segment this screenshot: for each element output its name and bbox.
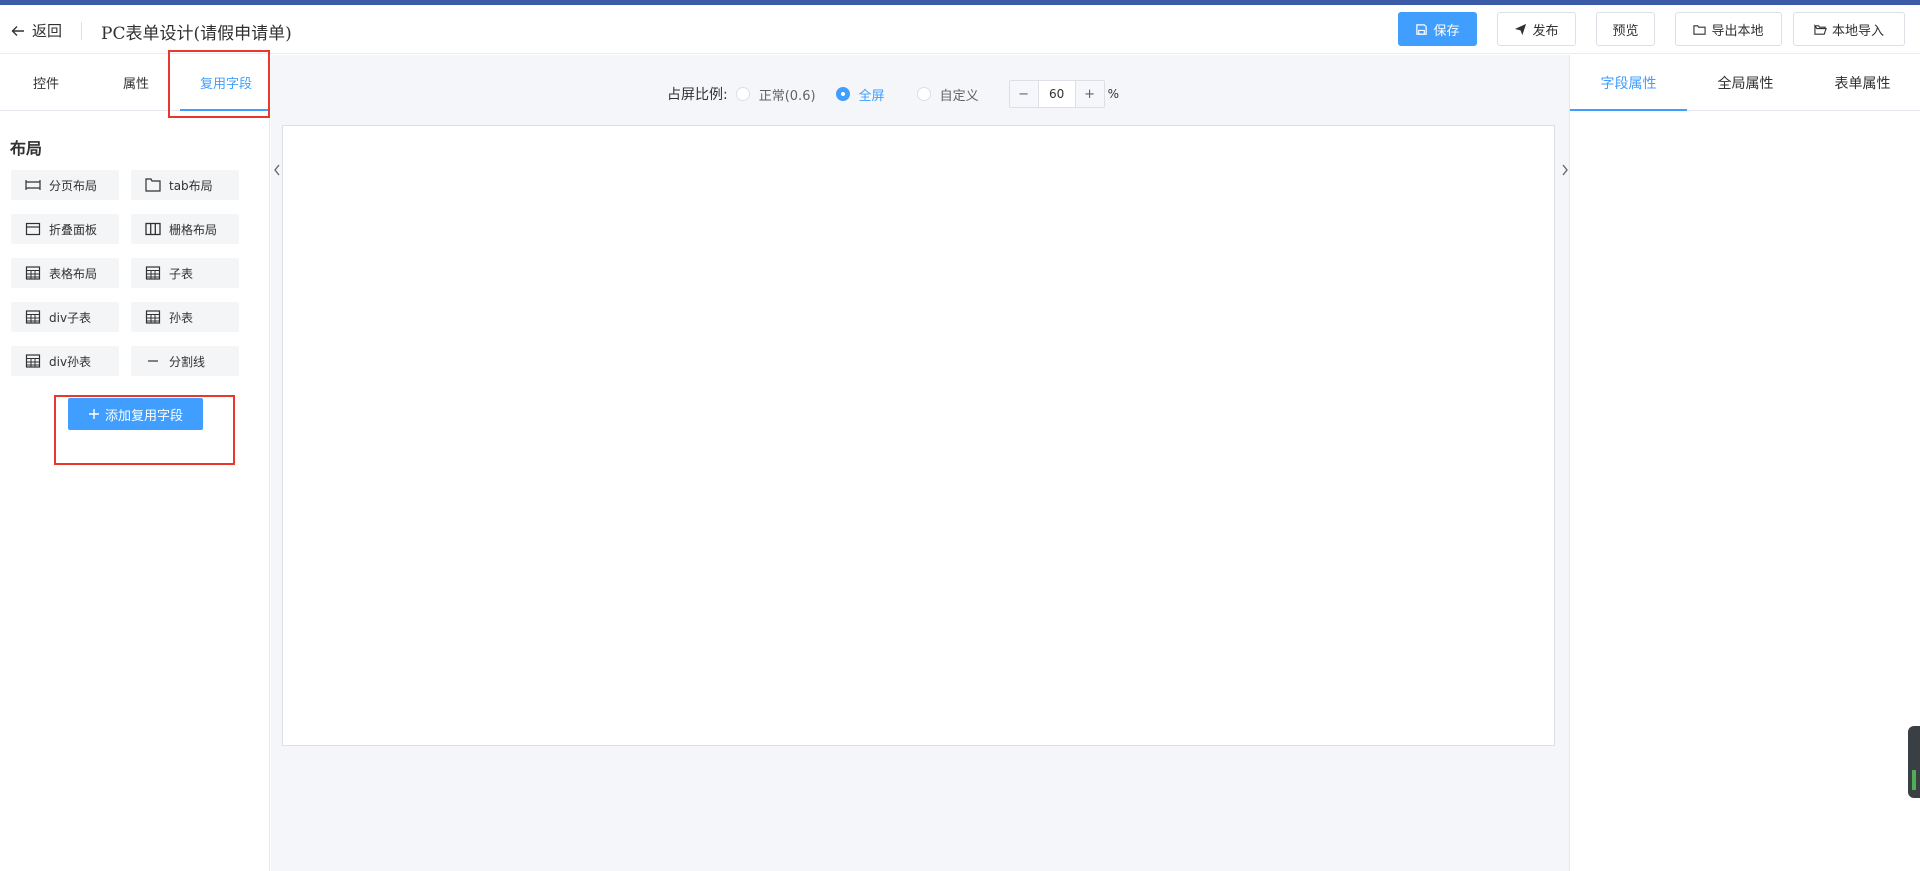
- highlight-box-reuse-tab: [168, 50, 270, 118]
- zoom-stepper: − 60 +: [1008, 80, 1105, 108]
- screen-ratio-control: 占屏比例: 正常(0.6) 全屏 自定义 − 60 + %: [667, 80, 1119, 108]
- component-tab-layout[interactable]: tab布局: [131, 170, 239, 200]
- table-icon: [145, 310, 161, 324]
- preview-button[interactable]: 预览: [1596, 12, 1655, 46]
- right-panel: 字段属性 全局属性 表单属性: [1569, 55, 1920, 871]
- back-button[interactable]: 返回: [10, 20, 62, 41]
- radio-custom[interactable]: 自定义: [916, 85, 979, 104]
- component-label: 孙表: [169, 310, 194, 325]
- component-label: 栅格布局: [169, 222, 218, 237]
- component-collapse-panel[interactable]: 折叠面板: [11, 214, 119, 244]
- folder-open-icon: [1814, 23, 1827, 35]
- layout-section-title: 布局: [10, 139, 43, 158]
- import-local-button[interactable]: 本地导入: [1793, 12, 1905, 46]
- grid-columns-icon: [145, 222, 161, 236]
- radio-dot: [735, 87, 750, 101]
- left-tabs: 控件 属性 复用字段: [0, 50, 270, 118]
- highlight-box-add-button: [54, 395, 235, 465]
- send-icon: [1515, 23, 1527, 35]
- component-grid-layout[interactable]: 栅格布局: [131, 214, 239, 244]
- save-icon: [1416, 23, 1428, 35]
- tab-form-properties[interactable]: 表单属性: [1804, 73, 1920, 93]
- tab-controls[interactable]: 控件: [33, 73, 59, 92]
- tab-properties[interactable]: 属性: [123, 73, 149, 92]
- publish-label: 发布: [1532, 23, 1559, 39]
- table-icon: [145, 266, 161, 280]
- component-div-grandchild-table[interactable]: div孙表: [11, 346, 119, 376]
- tab-field-properties[interactable]: 字段属性: [1570, 73, 1687, 93]
- form-canvas[interactable]: [282, 125, 1555, 746]
- arrow-left-icon: [11, 25, 24, 36]
- ratio-label: 占屏比例:: [667, 87, 728, 103]
- tab-global-properties[interactable]: 全局属性: [1687, 73, 1804, 93]
- radio-fullscreen[interactable]: 全屏: [835, 85, 885, 104]
- floating-side-widget[interactable]: [1908, 726, 1920, 798]
- component-label: div子表: [49, 310, 92, 325]
- page-title: PC表单设计(请假申请单): [101, 24, 292, 44]
- save-button[interactable]: 保存: [1398, 12, 1477, 46]
- design-canvas-area: 占屏比例: 正常(0.6) 全屏 自定义 − 60 + %: [271, 55, 1569, 871]
- component-grandchild-table[interactable]: 孙表: [131, 302, 239, 332]
- export-label: 导出本地: [1711, 23, 1764, 39]
- radio-normal[interactable]: 正常(0.6): [735, 85, 816, 104]
- active-tab-indicator: [1570, 109, 1687, 111]
- folder-icon: [1693, 24, 1707, 35]
- component-label: 分割线: [169, 354, 206, 369]
- folder-tab-icon: [145, 178, 161, 192]
- collapse-panel-icon: [25, 222, 41, 236]
- zoom-increase-button[interactable]: +: [1075, 81, 1104, 107]
- radio-fullscreen-label: 全屏: [858, 88, 885, 104]
- table-icon: [25, 354, 41, 368]
- component-label: tab布局: [169, 178, 213, 193]
- left-panel: 控件 属性 复用字段 布局 分页布局 tab布局 折叠面板 栅格布局 表格布局 …: [0, 50, 270, 871]
- component-div-subtable[interactable]: div子表: [11, 302, 119, 332]
- table-icon: [25, 266, 41, 280]
- component-table-layout[interactable]: 表格布局: [11, 258, 119, 288]
- preview-label: 预览: [1612, 23, 1639, 39]
- header-bar: 返回 PC表单设计(请假申请单) 保存 发布 预览 导出本地 本地导入: [0, 5, 1920, 54]
- save-label: 保存: [1433, 23, 1460, 39]
- zoom-value-input[interactable]: 60: [1037, 81, 1076, 107]
- paging-layout-icon: [25, 180, 41, 190]
- header-divider: [81, 22, 82, 40]
- zoom-unit: %: [1107, 87, 1119, 101]
- component-paging-layout[interactable]: 分页布局: [11, 170, 119, 200]
- back-label: 返回: [32, 22, 63, 40]
- component-label: 折叠面板: [49, 222, 98, 237]
- publish-button[interactable]: 发布: [1497, 12, 1576, 46]
- component-label: div孙表: [49, 354, 92, 369]
- radio-normal-label: 正常(0.6): [758, 88, 816, 104]
- right-tabs: 字段属性 全局属性 表单属性: [1570, 55, 1920, 111]
- collapse-left-icon[interactable]: [272, 163, 282, 177]
- component-label: 分页布局: [49, 178, 98, 193]
- component-divider[interactable]: 分割线: [131, 346, 239, 376]
- radio-custom-label: 自定义: [939, 88, 979, 104]
- component-subtable[interactable]: 子表: [131, 258, 239, 288]
- component-label: 表格布局: [49, 266, 98, 281]
- component-label: 子表: [169, 266, 194, 281]
- export-local-button[interactable]: 导出本地: [1675, 12, 1782, 46]
- zoom-decrease-button[interactable]: −: [1009, 81, 1038, 107]
- radio-dot: [916, 87, 931, 101]
- table-icon: [25, 310, 41, 324]
- divider-icon: [148, 360, 158, 362]
- radio-dot-selected: [835, 87, 850, 101]
- import-label: 本地导入: [1831, 23, 1884, 39]
